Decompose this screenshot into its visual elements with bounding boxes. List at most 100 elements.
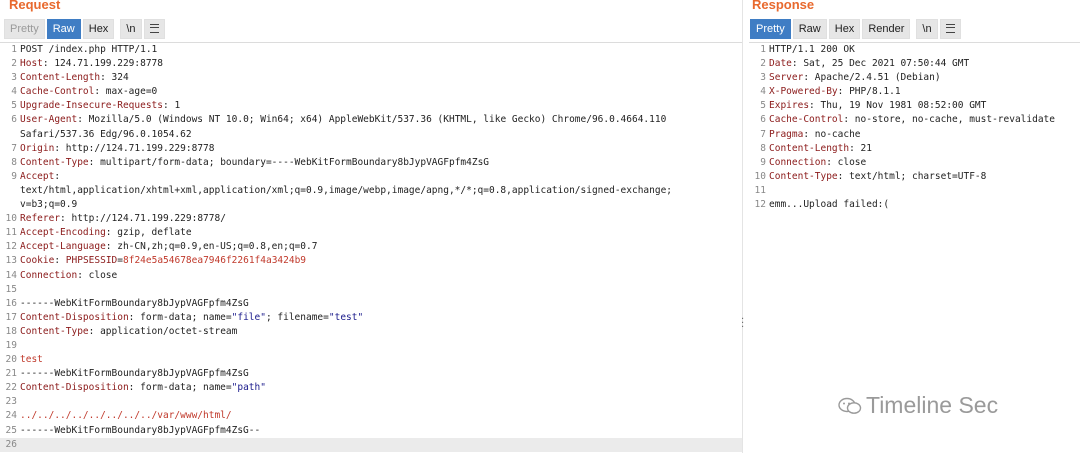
line-text: HTTP/1.1 200 OK bbox=[769, 44, 855, 55]
line-number: 26 bbox=[5, 438, 17, 450]
line-text: Accept: bbox=[20, 170, 61, 182]
code-line: 5 Expires: Thu, 19 Nov 1981 08:52:00 GMT bbox=[749, 99, 1080, 113]
code-line: 24 ../../../../../../../../var/www/html/ bbox=[0, 409, 742, 423]
line-number bbox=[0, 184, 20, 198]
line-text: Content-Length: 21 bbox=[769, 142, 872, 154]
line-text: Pragma: no-cache bbox=[769, 128, 861, 140]
line-text bbox=[20, 283, 742, 297]
code-line: 22 Content-Disposition: form-data; name="… bbox=[0, 381, 742, 395]
code-line: 9 Connection: close bbox=[749, 156, 1080, 170]
response-render-tab[interactable]: Render bbox=[862, 19, 911, 39]
line-text bbox=[20, 438, 742, 452]
response-newline-toggle[interactable]: \n bbox=[916, 19, 938, 39]
code-line: 4 Cache-Control: max-age=0 bbox=[0, 85, 742, 99]
line-number: 5 bbox=[11, 100, 17, 112]
line-text: Server: Apache/2.4.51 (Debian) bbox=[769, 72, 941, 84]
request-title: Request bbox=[9, 0, 61, 12]
line-number: 10 bbox=[5, 213, 17, 225]
line-number: 2 bbox=[760, 58, 766, 70]
response-raw-tab[interactable]: Raw bbox=[792, 19, 827, 39]
line-text: text/html,application/xhtml+xml,applicat… bbox=[20, 184, 673, 196]
line-number: 4 bbox=[760, 86, 766, 98]
code-line: 19 bbox=[0, 339, 742, 353]
line-text: Content-Type: multipart/form-data; bound… bbox=[20, 156, 490, 168]
code-line: 3 Server: Apache/2.4.51 (Debian) bbox=[749, 71, 1080, 85]
line-text: Host: 124.71.199.229:8778 bbox=[20, 58, 163, 70]
line-text: Accept-Encoding: gzip, deflate bbox=[20, 227, 192, 239]
line-text: test bbox=[20, 354, 43, 366]
line-text: Cookie: PHPSESSID=8f24e5a54678ea7946f226… bbox=[20, 255, 307, 267]
code-line: 18 Content-Type: application/octet-stream bbox=[0, 325, 742, 339]
request-pretty-tab[interactable]: Pretty bbox=[4, 19, 45, 39]
code-line: 23 bbox=[0, 395, 742, 409]
request-hex-tab[interactable]: Hex bbox=[82, 19, 115, 39]
request-newline-toggle[interactable]: \n bbox=[120, 19, 142, 39]
code-line: 15 bbox=[0, 283, 742, 297]
line-number: 19 bbox=[5, 339, 17, 351]
line-text: Origin: http://124.71.199.229:8778 bbox=[20, 142, 215, 154]
line-text: Upgrade-Insecure-Requests: 1 bbox=[20, 100, 181, 112]
response-title: Response bbox=[752, 0, 815, 12]
line-text bbox=[20, 339, 742, 353]
line-text: Content-Type: application/octet-stream bbox=[20, 325, 238, 337]
line-text bbox=[769, 184, 1080, 198]
line-text: Content-Type: text/html; charset=UTF-8 bbox=[769, 170, 987, 182]
line-number: 3 bbox=[760, 72, 766, 84]
code-line: 4 X-Powered-By: PHP/8.1.1 bbox=[749, 85, 1080, 99]
line-number: 9 bbox=[760, 156, 766, 168]
line-number bbox=[0, 128, 20, 142]
response-hex-tab[interactable]: Hex bbox=[828, 19, 861, 39]
line-number: 1 bbox=[11, 44, 17, 55]
response-toolbar: Pretty Raw Hex Render \n bbox=[750, 19, 961, 39]
line-number: 11 bbox=[754, 184, 766, 196]
line-number: 24 bbox=[5, 410, 17, 422]
code-line: 12 Accept-Language: zh-CN,zh;q=0.9,en-US;… bbox=[0, 240, 742, 254]
line-number: 3 bbox=[11, 72, 17, 84]
drag-handle-icon[interactable]: · · · bbox=[741, 315, 744, 333]
line-number: 25 bbox=[5, 424, 17, 436]
line-text bbox=[20, 395, 742, 409]
code-line: 16 ------WebKitFormBoundary8bJypVAGFpfm4Z… bbox=[0, 297, 742, 311]
code-line: 17 Content-Disposition: form-data; name="… bbox=[0, 311, 742, 325]
line-number: 10 bbox=[754, 170, 766, 182]
code-line: 14 Connection: close bbox=[0, 269, 742, 283]
watermark: Timeline Sec bbox=[838, 392, 998, 419]
line-number: 20 bbox=[5, 354, 17, 366]
code-line: 26 bbox=[0, 437, 742, 452]
code-line: 6 Cache-Control: no-store, no-cache, must… bbox=[749, 113, 1080, 127]
code-line: 11 bbox=[749, 184, 1080, 198]
code-line: Safari/537.36 Edg/96.0.1054.62 bbox=[0, 128, 742, 142]
line-text: Safari/537.36 Edg/96.0.1054.62 bbox=[20, 128, 192, 140]
code-line: 11 Accept-Encoding: gzip, deflate bbox=[0, 226, 742, 240]
code-line: 7 Origin: http://124.71.199.229:8778 bbox=[0, 142, 742, 156]
line-number: 4 bbox=[11, 86, 17, 98]
line-text: POST /index.php HTTP/1.1 bbox=[20, 44, 158, 55]
code-line: 5 Upgrade-Insecure-Requests: 1 bbox=[0, 99, 742, 113]
response-menu-button[interactable] bbox=[939, 19, 961, 39]
line-number: 9 bbox=[11, 170, 17, 182]
line-text: Cache-Control: max-age=0 bbox=[20, 86, 158, 98]
request-panel: Request Pretty Raw Hex \n 1 POST /index.p… bbox=[0, 0, 742, 453]
response-pretty-tab[interactable]: Pretty bbox=[750, 19, 791, 39]
code-line: 2 Date: Sat, 25 Dec 2021 07:50:44 GMT bbox=[749, 57, 1080, 71]
code-line: 8 Content-Length: 21 bbox=[749, 142, 1080, 156]
request-menu-button[interactable] bbox=[143, 19, 165, 39]
line-number: 23 bbox=[5, 396, 17, 408]
line-number: 14 bbox=[5, 269, 17, 281]
line-number: 13 bbox=[5, 255, 17, 267]
line-text: Accept-Language: zh-CN,zh;q=0.9,en-US;q=… bbox=[20, 241, 318, 253]
line-text: ------WebKitFormBoundary8bJypVAGFpfm4ZsG… bbox=[20, 424, 261, 436]
line-number: 15 bbox=[5, 283, 17, 295]
request-toolbar: Pretty Raw Hex \n bbox=[4, 19, 165, 39]
code-line: 13 Cookie: PHPSESSID=8f24e5a54678ea7946f2… bbox=[0, 254, 742, 268]
line-number: 12 bbox=[754, 199, 766, 211]
request-editor[interactable]: 1 POST /index.php HTTP/1.1 2 Host: 124.71.1… bbox=[0, 42, 742, 453]
code-line: 1 HTTP/1.1 200 OK bbox=[749, 43, 1080, 57]
code-line: 10 Referer: http://124.71.199.229:8778/ bbox=[0, 212, 742, 226]
code-line: 8 Content-Type: multipart/form-data; boun… bbox=[0, 156, 742, 170]
code-line: 1 POST /index.php HTTP/1.1 bbox=[0, 43, 742, 57]
request-raw-tab[interactable]: Raw bbox=[46, 19, 81, 39]
line-number: 17 bbox=[5, 311, 17, 323]
line-number: 21 bbox=[5, 368, 17, 380]
line-text: Expires: Thu, 19 Nov 1981 08:52:00 GMT bbox=[769, 100, 987, 112]
